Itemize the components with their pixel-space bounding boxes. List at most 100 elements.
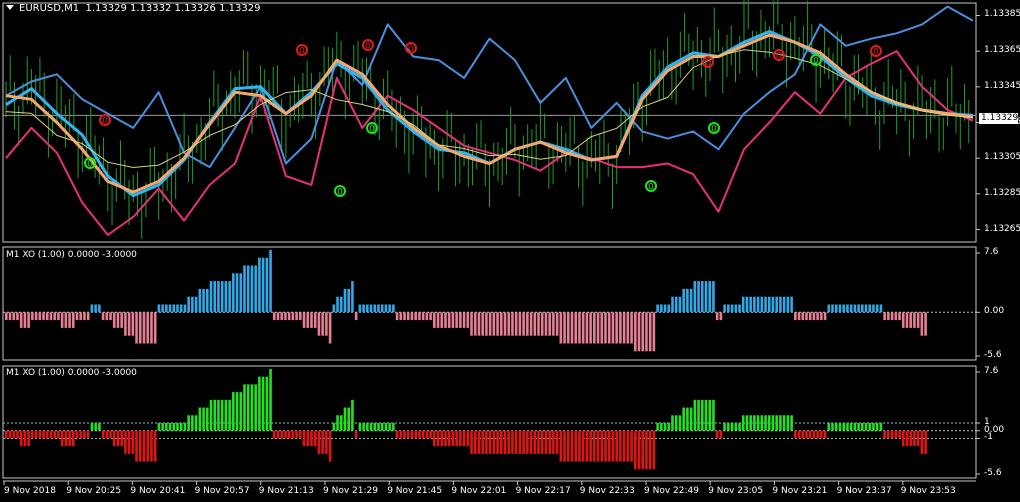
histogram-bar — [842, 304, 845, 313]
histogram-bar — [444, 430, 447, 447]
histogram-bar — [135, 312, 138, 344]
price-label: 1.13305 — [984, 152, 1020, 163]
histogram-bar — [585, 430, 589, 462]
histogram-bar — [745, 296, 749, 313]
histogram-bar — [831, 304, 834, 313]
histogram-bar — [771, 296, 775, 313]
histogram-bar — [354, 430, 358, 439]
chart-canvas[interactable]: 0 0 0 0 0 0 0 0 0 0 0 0 0 — [0, 0, 1020, 502]
histogram-bar — [302, 312, 306, 328]
histogram-bar — [57, 430, 60, 439]
histogram-bar — [555, 430, 559, 454]
histogram-bar — [827, 304, 831, 313]
histogram-bar — [377, 304, 380, 313]
histogram-bar — [723, 304, 726, 313]
histogram-bar — [343, 288, 347, 313]
histogram-bar — [8, 312, 12, 321]
histogram-bar — [526, 430, 529, 454]
histogram-bar — [232, 273, 235, 313]
histogram-bar — [857, 304, 860, 313]
indicator-scale-label: 7.6 — [984, 366, 999, 376]
histogram-bar — [109, 430, 112, 439]
histogram-bar — [481, 312, 484, 336]
histogram-bar — [529, 312, 533, 336]
histogram-bar — [172, 304, 176, 313]
histogram-bar — [425, 430, 429, 439]
header-menu-icon[interactable] — [6, 5, 14, 10]
histogram-bar — [585, 312, 589, 344]
histogram-bar — [686, 288, 689, 313]
histogram-bar — [280, 312, 284, 321]
histogram-bar — [228, 399, 231, 431]
histogram-bar — [879, 304, 883, 313]
histogram-bar — [660, 423, 663, 431]
histogram-bar — [466, 430, 470, 447]
histogram-bar — [730, 304, 734, 313]
histogram-bar — [503, 312, 507, 336]
histogram-bar — [756, 296, 760, 313]
histogram-bar — [589, 430, 592, 462]
histogram-bar — [38, 430, 42, 439]
histogram-bar — [447, 312, 451, 328]
histogram-bar — [753, 415, 756, 431]
histogram-bar — [146, 430, 150, 462]
histogram-bar — [23, 430, 27, 447]
histogram-bar — [499, 312, 503, 336]
histogram-bar — [328, 312, 332, 344]
histogram-bar — [700, 399, 704, 431]
histogram-bar — [920, 430, 924, 454]
histogram-bar — [414, 430, 417, 439]
histogram-bar — [622, 430, 626, 462]
histogram-bar — [909, 430, 912, 447]
histogram-bar — [712, 399, 715, 431]
histogram-bar — [436, 312, 440, 328]
histogram-bar — [581, 430, 585, 462]
histogram-bar — [872, 423, 875, 431]
histogram-bar — [626, 430, 630, 462]
price-label: 1.13345 — [984, 80, 1020, 91]
histogram-bar — [86, 312, 90, 321]
histogram-bar — [767, 296, 771, 313]
histogram-bar — [767, 415, 771, 431]
histogram-bar — [894, 312, 898, 321]
histogram-bar — [336, 415, 339, 431]
histogram-bar — [276, 430, 280, 439]
histogram-bar — [161, 423, 164, 431]
histogram-bar — [336, 296, 339, 313]
current-price-tag: 1.13329 — [979, 113, 1019, 124]
histogram-bar — [526, 312, 529, 336]
histogram-bar — [868, 423, 872, 431]
histogram-bar — [287, 312, 291, 321]
histogram-bar — [544, 430, 548, 454]
histogram-bar — [112, 312, 116, 328]
histogram-bar — [455, 312, 458, 328]
histogram-bar — [53, 430, 56, 439]
histogram-bar — [440, 430, 444, 447]
histogram-bar — [559, 430, 563, 462]
histogram-bar — [738, 423, 741, 431]
histogram-bar — [79, 430, 83, 439]
histogram-bar — [794, 430, 797, 439]
histogram-bar — [228, 281, 231, 313]
histogram-bar — [34, 312, 38, 321]
histogram-bar — [53, 312, 56, 321]
time-label: 9 Nov 21:13 — [258, 486, 314, 496]
histogram-bar — [764, 415, 767, 431]
histogram-bar — [622, 312, 626, 344]
histogram-bar — [351, 399, 354, 431]
histogram-bar — [150, 312, 153, 344]
histogram-bar — [399, 312, 403, 321]
histogram-bar — [313, 430, 317, 447]
histogram-bar — [496, 312, 499, 336]
histogram-bar — [470, 430, 473, 454]
time-label: 9 Nov 23:05 — [708, 486, 764, 496]
time-label: 9 Nov 2018 — [4, 486, 56, 496]
histogram-bar — [838, 304, 842, 313]
sell-signal-icon-glyph: 0 — [776, 52, 782, 62]
histogram-bar — [834, 423, 838, 431]
histogram-bar — [105, 430, 109, 439]
histogram-bar — [641, 430, 645, 470]
histogram-bar — [280, 430, 284, 439]
histogram-bar — [734, 423, 738, 431]
histogram-bar — [715, 312, 719, 321]
